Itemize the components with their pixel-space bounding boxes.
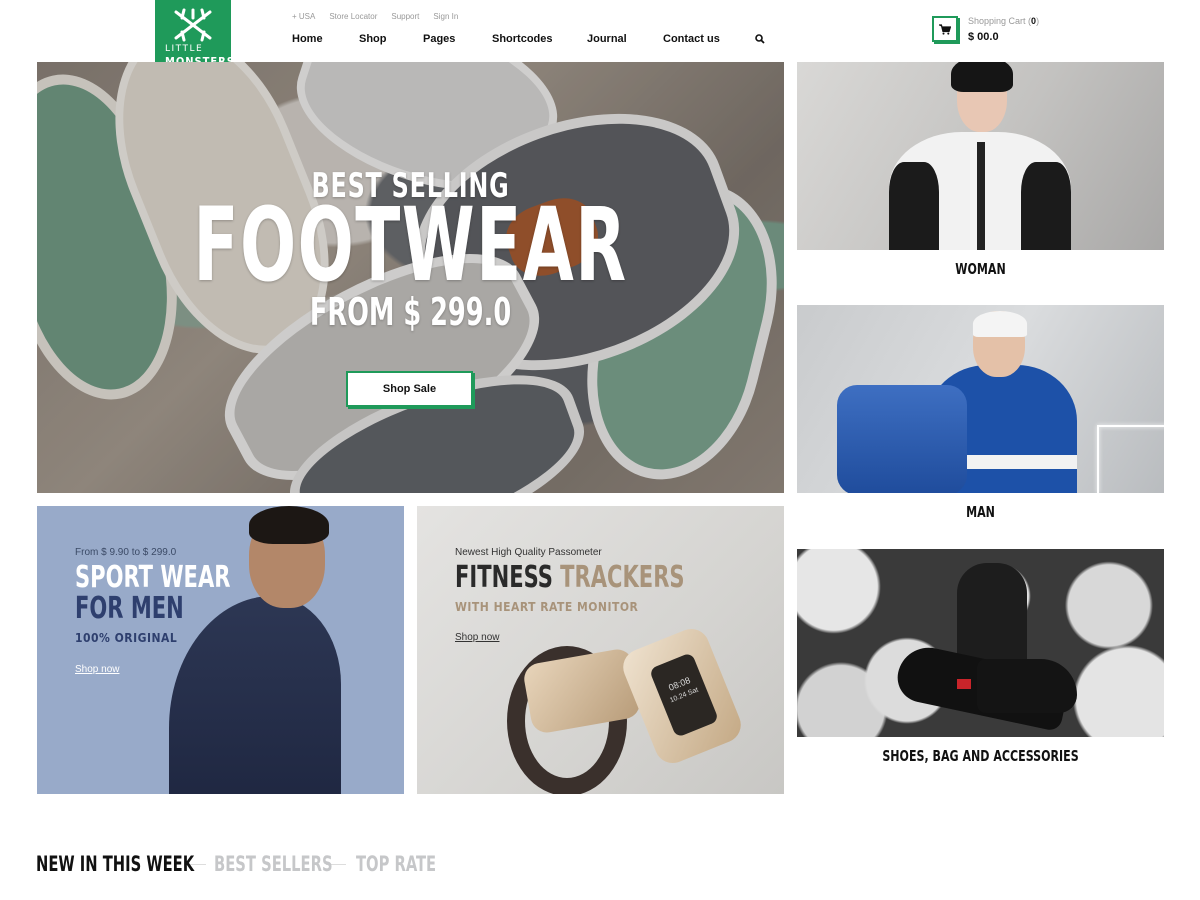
boot-toe-shape [977, 659, 1077, 713]
woman-sleeve-shape [889, 162, 939, 250]
search-icon[interactable] [755, 34, 765, 44]
woman-zip-shape [977, 142, 985, 250]
promo-fitness-subtitle: WITH HEART RATE MONITOR [455, 600, 639, 614]
promo-sport-wear[interactable]: From $ 9.90 to $ 299.0 SPORT WEAR FOR ME… [37, 506, 404, 794]
promo-fitness-title: FITNESS TRACKERS [455, 562, 685, 593]
promo-fitness-title-dark: FITNESS [455, 560, 553, 595]
category-shoes-caption[interactable]: SHOES, BAG AND ACCESSORIES [830, 747, 1131, 765]
category-woman-caption[interactable]: WOMAN [830, 260, 1131, 278]
cart-label-end: ) [1036, 16, 1040, 26]
category-woman-image[interactable] [797, 62, 1164, 250]
woman-helmet-shape [951, 62, 1013, 92]
category-man[interactable]: MAN [797, 305, 1164, 521]
woman-sleeve-shape [1021, 162, 1071, 250]
hero-banner: BEST SELLING FOOTWEAR FROM $ 299.0 Shop … [37, 62, 784, 493]
main-nav: Home Shop Pages Shortcodes Journal Conta… [292, 33, 765, 45]
promo-fitness-title-accent: TRACKERS [560, 560, 685, 595]
top-link-region[interactable]: + USA [292, 12, 315, 21]
top-links: + USA Store Locator Support Sign In [292, 12, 458, 21]
category-man-caption[interactable]: MAN [830, 503, 1131, 521]
category-man-image[interactable] [797, 305, 1164, 493]
nav-contact-us[interactable]: Contact us [663, 33, 755, 45]
cart-icon[interactable] [932, 16, 958, 42]
tab-top-rate[interactable]: TOP RATE [356, 852, 436, 876]
top-link-store-locator[interactable]: Store Locator [329, 12, 377, 21]
category-shoes-bags-accessories[interactable]: SHOES, BAG AND ACCESSORIES [797, 549, 1164, 765]
nav-shortcodes[interactable]: Shortcodes [492, 33, 587, 45]
boot-tag-shape [957, 679, 971, 689]
tab-new-in-this-week[interactable]: NEW IN THIS WEEK [36, 852, 194, 876]
man-bag-shape [837, 385, 967, 493]
promo-men-price-range: From $ 9.90 to $ 299.0 [75, 547, 177, 558]
promo-fitness-eyebrow: Newest High Quality Passometer [455, 547, 602, 558]
hero-title: FOOTWEAR [193, 186, 628, 305]
cart-total: $ 00.0 [968, 31, 999, 43]
hero-price: FROM $ 299.0 [309, 290, 512, 334]
promo-fitness-trackers[interactable]: 08:08 10.24 Sat Newest High Quality Pass… [417, 506, 784, 794]
logo-text-line1: LITTLE [165, 44, 204, 54]
cart-label: Shopping Cart (0) [968, 16, 1039, 26]
product-tabs: NEW IN THIS WEEK BEST SELLERS TOP RATE [36, 852, 436, 876]
man-neon-light [1097, 425, 1164, 427]
nav-pages[interactable]: Pages [423, 33, 492, 45]
promo-men-title-line2: FOR MEN [75, 591, 184, 626]
cart-label-text: Shopping Cart ( [968, 16, 1032, 26]
man-cap-shape [972, 311, 1028, 337]
man-neon-light [1097, 427, 1099, 493]
cart-summary: Shopping Cart (0) $ 00.0 [968, 16, 1039, 43]
promo-men-hair-shape [249, 506, 329, 544]
logo-mark-icon [174, 8, 212, 42]
nav-journal[interactable]: Journal [587, 33, 663, 45]
promo-men-title-line1: SPORT WEAR [75, 560, 231, 595]
tab-best-sellers[interactable]: BEST SELLERS [214, 852, 333, 876]
top-link-support[interactable]: Support [391, 12, 419, 21]
nav-home[interactable]: Home [292, 33, 359, 45]
nav-shop[interactable]: Shop [359, 33, 423, 45]
category-woman[interactable]: WOMAN [797, 62, 1164, 278]
shopping-cart[interactable]: Shopping Cart (0) $ 00.0 [932, 16, 1039, 43]
category-shoes-image[interactable] [797, 549, 1164, 737]
top-link-sign-in[interactable]: Sign In [433, 12, 458, 21]
promo-men-subtitle: 100% ORIGINAL [75, 631, 178, 645]
promo-fitness-shop-now-link[interactable]: Shop now [455, 632, 499, 643]
shop-sale-button[interactable]: Shop Sale [346, 371, 473, 407]
promo-men-shop-now-link[interactable]: Shop now [75, 664, 119, 675]
promo-men-jacket-shape [169, 596, 341, 794]
